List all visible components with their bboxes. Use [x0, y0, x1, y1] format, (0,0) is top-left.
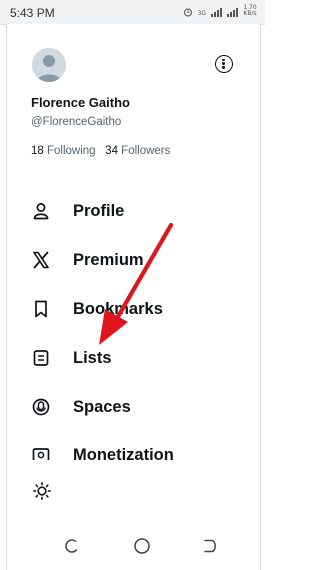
display-mode-button[interactable] [32, 481, 52, 501]
menu-item-label: Bookmarks [73, 299, 163, 318]
person-icon [31, 201, 51, 221]
display-name[interactable]: Florence Gaitho [31, 95, 130, 110]
menu-item-profile[interactable]: Profile [31, 198, 231, 224]
sun-icon [33, 482, 51, 500]
menu-item-lists[interactable]: Lists [31, 345, 231, 371]
status-bar: 5:43 PM 3G 1.70 KB/s [0, 0, 265, 25]
signal-strength-icon-2 [227, 6, 238, 17]
menu-item-spaces[interactable]: Spaces [31, 394, 231, 420]
following-count: 18 [31, 145, 44, 157]
followers-link[interactable]: 34 Followers [105, 145, 170, 157]
more-options-button[interactable] [215, 55, 233, 73]
x-logo-icon [31, 250, 51, 270]
avatar[interactable] [32, 48, 66, 82]
menu-item-label: Monetization [73, 445, 174, 461]
lists-icon [31, 348, 51, 368]
follow-stats: 18 Following 34 Followers [31, 145, 170, 157]
monetization-icon [31, 445, 51, 460]
data-speed-label: 1.70 KB/s [243, 4, 257, 17]
back-button-icon[interactable] [201, 537, 219, 555]
bookmark-icon [31, 299, 51, 319]
menu-item-monetization[interactable]: Monetization [31, 442, 231, 460]
network-type-label: 3G [197, 10, 206, 17]
home-button-icon[interactable] [133, 537, 151, 555]
recent-apps-icon[interactable] [63, 537, 81, 555]
navigation-drawer: Florence Gaitho @FlorenceGaitho 18 Follo… [6, 24, 261, 570]
alarm-icon [183, 8, 192, 17]
status-icons: 3G 1.70 KB/s [183, 5, 257, 17]
following-label: Following [47, 145, 96, 157]
followers-count: 34 [105, 145, 118, 157]
menu-item-premium[interactable]: Premium [31, 247, 231, 273]
user-handle: @FlorenceGaitho [31, 116, 122, 128]
menu-item-bookmarks[interactable]: Bookmarks [31, 296, 231, 322]
following-link[interactable]: 18 Following [31, 145, 96, 157]
menu-item-label: Premium [73, 250, 144, 269]
screen: 5:43 PM 3G 1.70 KB/s Florence Gaitho @Fl… [0, 0, 265, 570]
followers-label: Followers [121, 145, 171, 157]
status-time: 5:43 PM [10, 6, 55, 20]
menu-item-label: Profile [73, 201, 125, 220]
signal-strength-icon [211, 6, 222, 17]
menu-item-label: Spaces [73, 397, 131, 416]
menu-item-label: Lists [73, 348, 112, 367]
default-avatar-icon [32, 48, 66, 82]
menu-scroll-clip: Monetization [7, 442, 260, 460]
spaces-icon [31, 397, 51, 417]
system-navigation-bar [7, 531, 260, 561]
